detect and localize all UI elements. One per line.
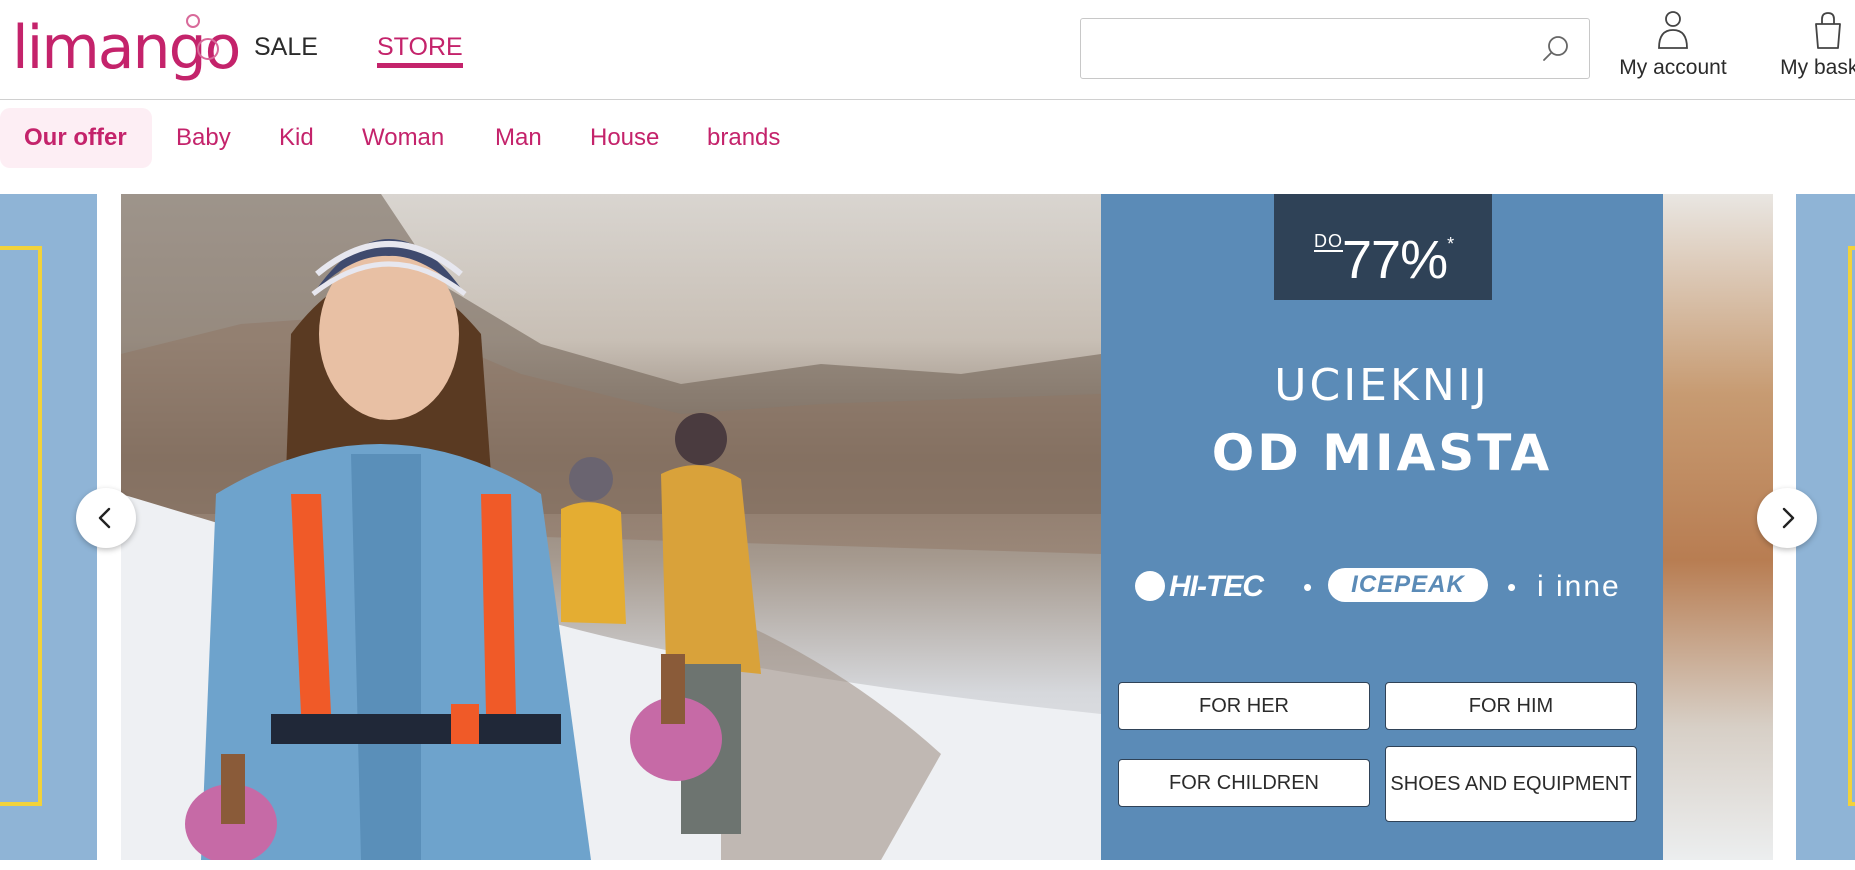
discount-prefix: DO bbox=[1314, 231, 1343, 252]
nav-store[interactable]: STORE bbox=[377, 30, 463, 68]
and-others-label: i inne bbox=[1537, 570, 1621, 603]
icepeak-logo: ICEPEAK bbox=[1328, 568, 1488, 602]
logo-bubble-large bbox=[197, 38, 219, 60]
nav-sale[interactable]: SALE bbox=[254, 30, 318, 64]
for-children-button[interactable]: FOR CHILDREN bbox=[1118, 759, 1370, 807]
my-basket-link[interactable]: My basket bbox=[1763, 10, 1855, 85]
shopping-bag-icon bbox=[1815, 12, 1841, 49]
category-woman[interactable]: Woman bbox=[362, 108, 444, 168]
hi-tec-wordmark: HI-TEC bbox=[1169, 570, 1264, 603]
carousel-next-button[interactable] bbox=[1757, 488, 1817, 548]
separator-dot: • bbox=[1507, 572, 1517, 602]
discount-percent: 77% bbox=[1342, 230, 1448, 290]
mountain-photo-strip bbox=[1663, 194, 1773, 860]
hiking-scene-image bbox=[121, 194, 1101, 860]
category-brands[interactable]: brands bbox=[707, 108, 780, 168]
category-our-offer[interactable]: Our offer bbox=[0, 108, 152, 168]
hiking-photo bbox=[121, 194, 1101, 860]
my-basket-label: My basket bbox=[1780, 56, 1855, 79]
chevron-right-icon bbox=[1782, 507, 1795, 529]
category-man[interactable]: Man bbox=[495, 108, 542, 168]
shoes-and-equipment-button[interactable]: SHOES AND EQUIPMENT bbox=[1385, 746, 1637, 822]
limango-logo[interactable]: limango bbox=[12, 10, 241, 85]
category-nav: Our offer Baby Kid Woman Man House brand… bbox=[0, 108, 1855, 168]
for-him-button[interactable]: FOR HIM bbox=[1385, 682, 1637, 730]
headline-line-1: UCIEKNIJ bbox=[1274, 360, 1490, 411]
category-baby[interactable]: Baby bbox=[176, 108, 231, 168]
my-account-label: My account bbox=[1619, 56, 1727, 79]
logo-bubble-small bbox=[186, 14, 200, 28]
brand-logos: HI-TEC • ICEPEAK • i inne bbox=[1135, 566, 1655, 606]
user-icon bbox=[1658, 11, 1688, 49]
discount-badge: DO 77%* bbox=[1274, 194, 1492, 300]
hi-tec-mark-icon bbox=[1135, 571, 1165, 601]
search-box bbox=[1080, 18, 1590, 79]
hero-carousel: DO 77%* UCIEKNIJ OD MIASTA HI-TEC • ICEP… bbox=[0, 194, 1855, 860]
my-account-link[interactable]: My account bbox=[1612, 10, 1734, 85]
for-her-button[interactable]: FOR HER bbox=[1118, 682, 1370, 730]
promo-panel: DO 77%* UCIEKNIJ OD MIASTA HI-TEC • ICEP… bbox=[1101, 194, 1663, 860]
headline-line-2: OD MIASTA bbox=[1211, 424, 1553, 482]
category-house[interactable]: House bbox=[590, 108, 659, 168]
separator-dot: • bbox=[1303, 572, 1313, 602]
slide-frame bbox=[1848, 246, 1855, 806]
slide-frame bbox=[0, 246, 42, 806]
site-header: limango SALE STORE My account My basket bbox=[0, 0, 1855, 100]
carousel-prev-button[interactable] bbox=[76, 488, 136, 548]
search-icon[interactable] bbox=[1541, 34, 1571, 64]
hi-tec-logo: HI-TEC bbox=[1135, 570, 1264, 604]
discount-value: 77%* bbox=[1342, 216, 1454, 290]
search-input[interactable] bbox=[1081, 19, 1521, 78]
active-slide[interactable]: DO 77%* UCIEKNIJ OD MIASTA HI-TEC • ICEP… bbox=[121, 194, 1773, 860]
chevron-left-icon bbox=[98, 507, 111, 529]
category-kid[interactable]: Kid bbox=[279, 108, 314, 168]
discount-asterisk: * bbox=[1447, 234, 1454, 254]
